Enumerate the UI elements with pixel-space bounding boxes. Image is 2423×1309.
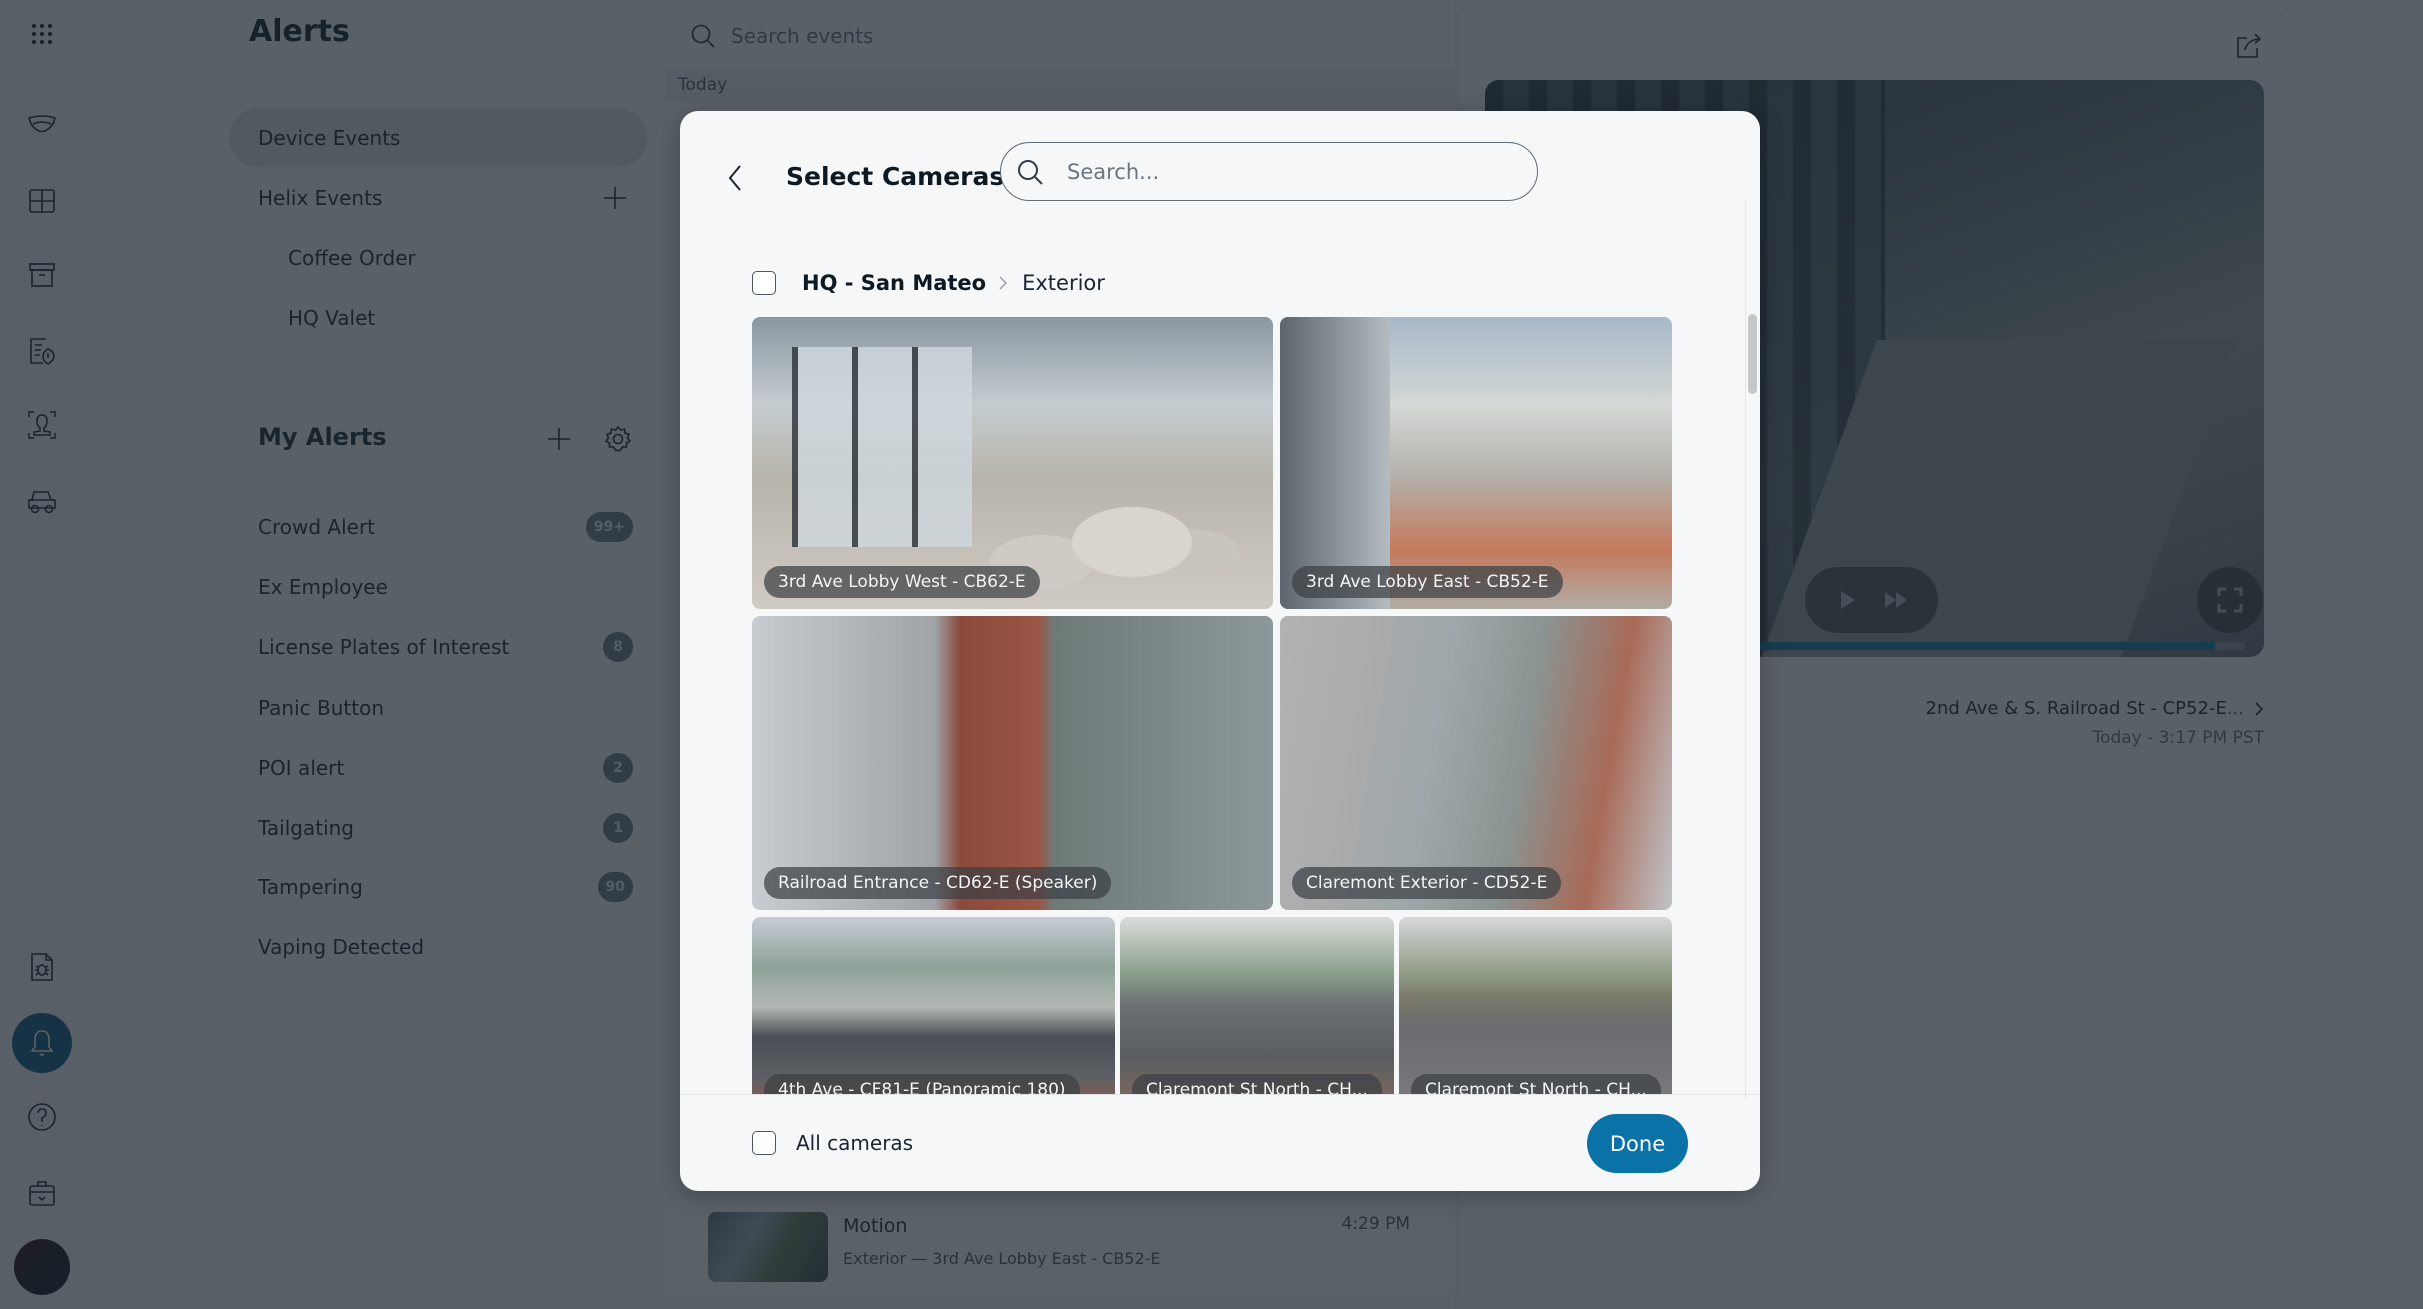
all-cameras-option[interactable]: All cameras <box>752 1126 913 1160</box>
camera-label: Claremont St North - CH... <box>1132 1074 1382 1094</box>
footer-divider <box>680 1094 1760 1095</box>
all-cameras-checkbox[interactable] <box>752 1131 776 1155</box>
camera-tile[interactable]: 3rd Ave Lobby East - CB52-E <box>1280 317 1672 609</box>
camera-tile[interactable]: Claremont Exterior - CD52-E <box>1280 616 1672 910</box>
dialog-title: Select Cameras <box>786 162 1005 191</box>
camera-tile[interactable]: 3rd Ave Lobby West - CB62-E <box>752 317 1273 609</box>
camera-search-box[interactable] <box>1000 142 1538 201</box>
camera-thumbnail <box>1399 917 1672 1094</box>
camera-label: Claremont Exterior - CD52-E <box>1292 867 1562 899</box>
breadcrumb-site[interactable]: HQ - San Mateo <box>802 271 986 295</box>
chevron-left-icon <box>728 165 741 191</box>
camera-tile[interactable]: Railroad Entrance - CD62-E (Speaker) <box>752 616 1273 910</box>
camera-label: 4th Ave - CF81-E (Panoramic 180) <box>764 1074 1080 1094</box>
camera-tile[interactable]: Claremont St North - CH... <box>1399 917 1672 1094</box>
camera-thumbnail <box>752 917 1115 1094</box>
all-cameras-label: All cameras <box>796 1131 914 1155</box>
scrollbar-track <box>1745 199 1746 1099</box>
camera-thumbnail <box>1280 616 1672 910</box>
done-button[interactable]: Done <box>1587 1114 1688 1173</box>
camera-thumbnail <box>1120 917 1394 1094</box>
back-button[interactable] <box>722 156 748 200</box>
camera-label: Claremont St North - CH... <box>1411 1074 1661 1094</box>
select-group-checkbox[interactable] <box>752 271 776 295</box>
breadcrumb: HQ - San Mateo Exterior <box>752 266 1105 300</box>
select-cameras-dialog: Select Cameras HQ - San Mateo Exterior 3… <box>680 111 1760 1191</box>
camera-label: 3rd Ave Lobby West - CB62-E <box>764 566 1040 598</box>
breadcrumb-folder: Exterior <box>1022 271 1105 295</box>
camera-search-input[interactable] <box>1067 159 1507 184</box>
camera-tile[interactable]: Claremont St North - CH... <box>1120 917 1394 1094</box>
chevron-right-icon <box>998 275 1008 291</box>
camera-grid: 3rd Ave Lobby West - CB62-E 3rd Ave Lobb… <box>752 317 1672 1094</box>
camera-label: Railroad Entrance - CD62-E (Speaker) <box>764 867 1112 899</box>
camera-tile[interactable]: 4th Ave - CF81-E (Panoramic 180) <box>752 917 1115 1094</box>
camera-label: 3rd Ave Lobby East - CB52-E <box>1292 566 1563 598</box>
scrollbar-thumb[interactable] <box>1748 314 1757 394</box>
search-icon <box>1018 159 1043 185</box>
camera-thumbnail <box>752 616 1273 910</box>
